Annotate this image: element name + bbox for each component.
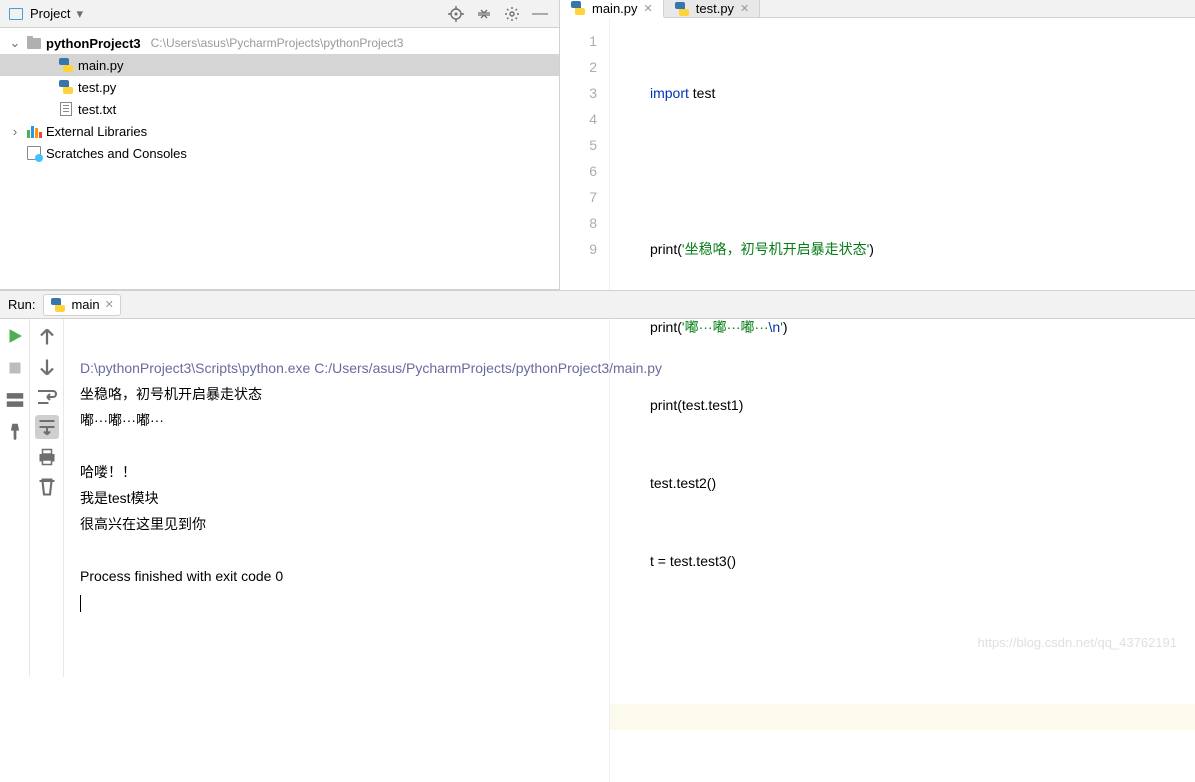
soft-wrap-icon[interactable] [35, 385, 59, 409]
project-tree: ⌄ pythonProject3 C:\Users\asus\PycharmPr… [0, 28, 559, 289]
scratches-icon [26, 145, 42, 161]
dropdown-icon[interactable]: ▾ [76, 6, 83, 22]
python-file-icon [50, 297, 66, 313]
project-header: Project ▾ — [0, 0, 559, 28]
file-label: test.txt [78, 102, 116, 117]
root-name: pythonProject3 [46, 36, 141, 51]
up-icon[interactable] [35, 325, 59, 349]
func: print [650, 241, 677, 257]
down-icon[interactable] [35, 355, 59, 379]
run-toolbar-secondary [30, 319, 64, 677]
project-root[interactable]: ⌄ pythonProject3 C:\Users\asus\PycharmPr… [0, 32, 559, 54]
rerun-icon[interactable] [4, 325, 26, 347]
scratches-label: Scratches and Consoles [46, 146, 187, 161]
stop-icon[interactable] [4, 357, 26, 379]
trash-icon[interactable] [35, 475, 59, 499]
tab-test-py[interactable]: test.py ✕ [664, 0, 761, 17]
console-output[interactable]: D:\pythonProject3\Scripts\python.exe C:/… [64, 319, 1195, 677]
exit-line: Process finished with exit code 0 [80, 568, 283, 584]
watermark: https://blog.csdn.net/qq_43762191 [978, 635, 1178, 650]
tab-label: test.py [696, 1, 734, 16]
python-file-icon [570, 0, 586, 16]
root-path: C:\Users\asus\PycharmProjects\pythonProj… [151, 36, 404, 50]
text-file-icon [58, 101, 74, 117]
project-title[interactable]: Project [30, 6, 70, 21]
scratches-consoles[interactable]: Scratches and Consoles [0, 142, 559, 164]
keyword: import [650, 85, 693, 101]
tab-label: main.py [592, 1, 638, 16]
print-icon[interactable] [35, 445, 59, 469]
run-tab[interactable]: main ✕ [43, 294, 120, 316]
project-icon [8, 6, 24, 22]
identifier: test [693, 85, 716, 101]
chevron-down-icon: ⌄ [8, 35, 22, 51]
run-header: Run: main ✕ [0, 291, 1195, 319]
external-libraries[interactable]: › External Libraries [0, 120, 559, 142]
libraries-icon [26, 123, 42, 139]
run-label: Run: [8, 297, 35, 312]
run-panel: Run: main ✕ D:\pythonProject3\Scripts\py… [0, 290, 1195, 677]
run-command: D:\pythonProject3\Scripts\python.exe C:/… [80, 360, 662, 376]
python-file-icon [58, 57, 74, 73]
libs-label: External Libraries [46, 124, 147, 139]
run-tab-name: main [71, 297, 99, 312]
pin-icon[interactable] [4, 421, 26, 443]
tab-main-py[interactable]: main.py ✕ [560, 0, 664, 18]
hide-icon[interactable]: — [529, 3, 551, 25]
chevron-right-icon: › [8, 124, 22, 139]
layout-icon[interactable] [4, 389, 26, 411]
locate-icon[interactable] [445, 3, 467, 25]
run-toolbar-primary [0, 319, 30, 677]
file-main-py[interactable]: main.py [0, 54, 559, 76]
collapse-all-icon[interactable] [473, 3, 495, 25]
file-label: main.py [78, 58, 124, 73]
gear-icon[interactable] [501, 3, 523, 25]
python-file-icon [674, 1, 690, 17]
python-file-icon [58, 79, 74, 95]
close-icon[interactable]: ✕ [105, 298, 114, 311]
editor-tabs: main.py ✕ test.py ✕ [560, 0, 1195, 18]
file-test-py[interactable]: test.py [0, 76, 559, 98]
close-icon[interactable]: ✕ [644, 2, 653, 15]
project-panel: Project ▾ — ⌄ pythonProject3 C:\Users\as… [0, 0, 560, 289]
file-test-txt[interactable]: test.txt [0, 98, 559, 120]
file-label: test.py [78, 80, 116, 95]
close-icon[interactable]: ✕ [740, 2, 749, 15]
folder-icon [26, 35, 42, 51]
string: '坐稳咯，初号机开启暴走状态' [682, 241, 869, 257]
editor-panel: main.py ✕ test.py ✕ 123456789 import tes… [560, 0, 1195, 289]
scroll-to-end-icon[interactable] [35, 415, 59, 439]
